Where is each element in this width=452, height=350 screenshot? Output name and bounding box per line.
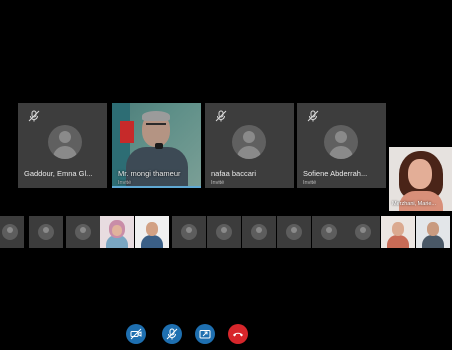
spotlight-name: Merzhani, Marie... (392, 201, 437, 207)
participant-name: Mr. mongi thameur (118, 169, 181, 178)
avatar-placeholder (48, 125, 82, 159)
thumbnail-avatar[interactable] (172, 216, 206, 248)
meeting-window: Gaddour, Emna Gl... Mr. mongi thameur In… (0, 0, 452, 350)
hang-up-icon (233, 332, 243, 337)
thumbnail-photo[interactable] (416, 216, 450, 248)
participant-name: nafaa baccari (211, 169, 257, 178)
spotlight-video-merzhani[interactable]: Merzhani, Marie... (389, 147, 452, 211)
mic-toggle-button[interactable] (162, 324, 182, 344)
hang-up-button[interactable] (228, 324, 248, 344)
thumbnail-photo[interactable] (100, 216, 134, 248)
participant-role: Invité (211, 180, 225, 186)
participant-tile-sofiene[interactable]: Sofiene Abderrah... Invité (297, 103, 386, 188)
thumbnail-avatar[interactable] (242, 216, 276, 248)
active-speaker-indicator (112, 186, 201, 188)
share-screen-icon (199, 330, 211, 339)
thumbnail-avatar[interactable] (312, 216, 346, 248)
participant-tile-mongi[interactable]: Mr. mongi thameur Invité (112, 103, 201, 188)
thumbnail-photo[interactable] (135, 216, 169, 248)
mic-off-icon (307, 110, 319, 122)
participant-name: Sofiene Abderrah... (303, 169, 368, 178)
share-screen-button[interactable] (195, 324, 215, 344)
participant-tile-gaddour[interactable]: Gaddour, Emna Gl... (18, 103, 107, 188)
mic-off-icon (166, 328, 178, 340)
video-off-icon (130, 328, 142, 340)
thumbnail-photo[interactable] (381, 216, 415, 248)
avatar-placeholder (232, 125, 266, 159)
participant-role: Invité (303, 180, 317, 186)
thumbnail-avatar[interactable] (207, 216, 241, 248)
participant-name: Gaddour, Emna Gl... (24, 169, 93, 178)
thumbnail-avatar[interactable] (346, 216, 380, 248)
avatar-placeholder (324, 125, 358, 159)
thumbnail-avatar[interactable] (277, 216, 311, 248)
video-toggle-button[interactable] (126, 324, 146, 344)
participant-tile-nafaa[interactable]: nafaa baccari Invité (205, 103, 294, 188)
mic-off-icon (215, 110, 227, 122)
thumbnail-avatar[interactable] (29, 216, 63, 248)
mic-off-icon (28, 110, 40, 122)
thumbnail-avatar[interactable] (0, 216, 24, 248)
thumbnail-avatar[interactable] (66, 216, 100, 248)
